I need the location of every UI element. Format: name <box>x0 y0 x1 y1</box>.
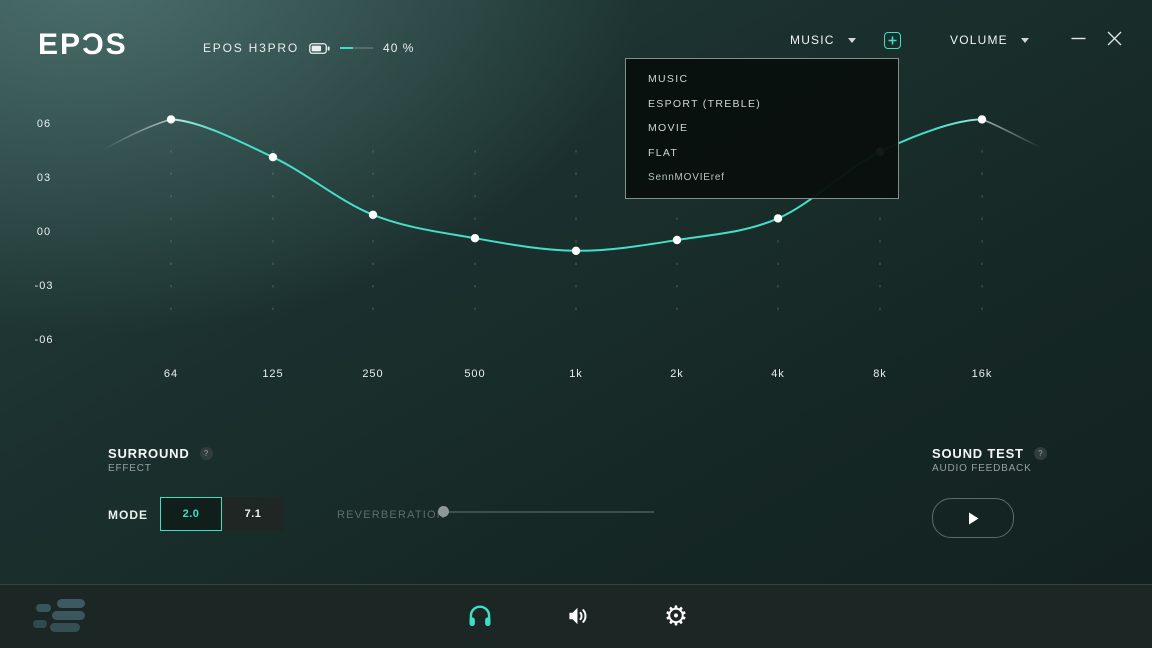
freq-label: 2k <box>670 368 684 380</box>
preset-menu-item[interactable]: SennMOVIEref <box>626 171 898 185</box>
tab-speaker[interactable] <box>560 599 594 633</box>
mode-toggle-group: 2.0 7.1 <box>160 497 284 531</box>
preset-menu-item[interactable]: FLAT <box>626 146 898 160</box>
mode-button-7-1[interactable]: 7.1 <box>222 497 284 531</box>
surround-title: SURROUND <box>108 446 190 461</box>
tab-headphones[interactable] <box>463 599 497 633</box>
freq-label: 250 <box>362 368 383 380</box>
speaker-icon <box>569 607 587 625</box>
eq-point[interactable] <box>773 214 783 223</box>
play-sound-test-button[interactable] <box>932 498 1014 538</box>
db-label: 06 <box>37 118 51 130</box>
minimize-button[interactable] <box>1068 28 1088 48</box>
surround-header: SURROUND ? <box>108 446 213 461</box>
slider-track[interactable] <box>444 511 654 513</box>
db-label: 00 <box>37 226 51 238</box>
eq-point[interactable] <box>470 234 480 243</box>
sound-test-title: SOUND TEST <box>932 446 1024 461</box>
eq-point[interactable] <box>672 235 682 245</box>
db-label: -03 <box>35 280 54 292</box>
device-status: EPOS H3PRO 40 % <box>203 40 414 56</box>
eq-curve-fade-left <box>102 118 172 151</box>
sound-test-header: SOUND TEST ? <box>932 446 1047 461</box>
frequency-axis: 64 125 250 500 1k 2k 4k 8k 16k <box>164 368 993 380</box>
equalizer-chart[interactable]: 06 03 00 -03 -06 64 125 250 500 1k 2k 4k 8k 16k <box>0 0 1152 648</box>
close-button[interactable] <box>1104 28 1124 48</box>
play-icon <box>968 512 978 524</box>
tab-settings[interactable]: ⚙ <box>659 599 693 633</box>
preset-menu: MUSIC ESPORT (TREBLE) MOVIE FLAT SennMOVIEre… <box>625 58 899 199</box>
headphones-icon <box>469 605 491 627</box>
mode-label: MODE <box>108 508 148 522</box>
preset-dropdown[interactable]: MUSIC <box>790 31 856 49</box>
window-controls <box>1068 28 1124 48</box>
freq-label: 8k <box>873 368 887 380</box>
help-icon[interactable]: ? <box>199 447 213 460</box>
surround-subtitle: EFFECT <box>108 463 152 474</box>
mode-button-2-0[interactable]: 2.0 <box>160 497 222 531</box>
reverberation-slider[interactable] <box>438 505 654 519</box>
eq-curve-fade-right <box>981 118 1043 149</box>
preset-menu-item[interactable]: MOVIE <box>626 121 898 135</box>
db-axis: 06 03 00 -03 -06 <box>35 118 54 346</box>
freq-label: 16k <box>972 368 993 380</box>
chevron-down-icon <box>1020 37 1029 43</box>
volume-dropdown-label: VOLUME <box>950 33 1008 47</box>
add-preset-button[interactable] <box>884 32 901 49</box>
gear-icon: ⚙ <box>663 600 689 631</box>
freq-label: 4k <box>771 368 785 380</box>
db-label: -06 <box>35 334 54 346</box>
battery-icon <box>309 42 330 54</box>
preset-menu-item[interactable]: ESPORT (TREBLE) <box>626 97 898 111</box>
eq-point[interactable] <box>571 246 581 255</box>
eq-curve <box>102 118 1043 252</box>
epos-gaming-suite-logo-icon[interactable] <box>30 597 90 635</box>
help-icon[interactable]: ? <box>1033 447 1047 460</box>
eq-point[interactable] <box>268 153 278 162</box>
volume-dropdown[interactable]: VOLUME <box>950 31 1029 49</box>
eq-point[interactable] <box>166 115 176 124</box>
freq-label: 64 <box>164 368 178 380</box>
device-name: EPOS H3PRO <box>203 41 300 55</box>
freq-label: 125 <box>262 368 283 380</box>
minimize-icon <box>1071 37 1085 39</box>
freq-label: 1k <box>569 368 583 380</box>
plus-icon <box>888 36 897 45</box>
preset-dropdown-value: MUSIC <box>790 33 835 47</box>
freq-label: 500 <box>464 368 485 380</box>
eq-point[interactable] <box>977 115 987 124</box>
db-label: 03 <box>37 172 51 184</box>
battery-percent: 40 % <box>383 41 415 55</box>
sound-test-subtitle: AUDIO FEEDBACK <box>932 463 1032 474</box>
close-icon <box>1107 31 1121 45</box>
preset-menu-item[interactable]: MUSIC <box>626 72 898 86</box>
slider-handle[interactable] <box>438 506 449 517</box>
battery-level-bar <box>340 47 374 49</box>
eq-point[interactable] <box>368 210 378 219</box>
reverberation-label: REVERBERATION <box>337 509 446 521</box>
chevron-down-icon <box>847 37 856 43</box>
app-window: 06 03 00 -03 -06 64 125 250 500 1k 2k 4k 8k 16k EPƆS… <box>0 0 1152 648</box>
epos-logo: EPƆS <box>38 28 128 61</box>
